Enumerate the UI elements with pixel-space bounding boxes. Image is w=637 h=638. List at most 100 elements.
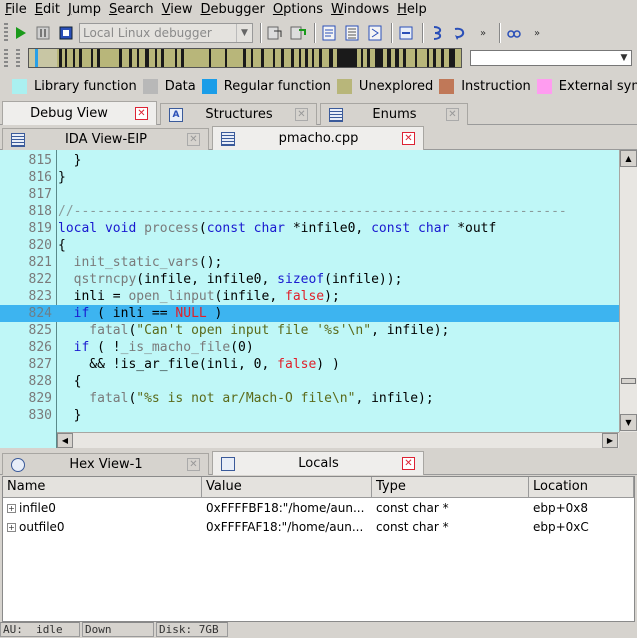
start-process-button[interactable] [10,23,30,43]
toolbar-separator [314,23,316,43]
cell-type: const char * [376,501,449,515]
close-icon[interactable]: ✕ [187,133,200,146]
code-line[interactable]: 824 if ( inli == NULL ) [0,305,619,322]
code-line[interactable]: 820 { [0,237,619,254]
menu-jump[interactable]: Jump [65,1,104,19]
code-line[interactable]: 827 && !is_ar_file(inli, 0, false) ) [0,356,619,373]
code-line[interactable]: 816} [0,169,619,186]
table-row[interactable]: + outfile0 0xFFFFAF18:"/home/aun... const… [3,518,634,537]
close-icon[interactable]: ✕ [135,107,148,120]
menu-view[interactable]: View [159,1,196,19]
nav-segment [97,49,100,67]
detach-process-button[interactable] [288,23,308,43]
nav-segment [175,49,177,67]
trace-back-button[interactable] [450,23,470,43]
expand-icon[interactable]: + [7,504,16,513]
close-icon[interactable]: ✕ [402,132,415,145]
nav-grip[interactable] [4,49,8,69]
disassembly-icon [11,132,25,147]
scroll-down-button[interactable]: ▼ [620,414,637,431]
bottom-tab-bar: Hex View-1 ✕ Locals ✕ [0,451,637,475]
code-line[interactable]: 826 if ( !_is_macho_file(0) [0,339,619,356]
source-code-view[interactable]: 815 } 816} 817 818//-----------------------… [0,150,637,448]
vertical-scrollbar[interactable]: ▲ ▼ [619,150,637,432]
watch-view-button[interactable] [504,23,524,43]
terminate-process-button[interactable] [56,23,76,43]
enum-icon [329,107,343,122]
column-header-name[interactable]: Name [3,477,202,498]
code-token: fatal [58,323,129,338]
step-over-button[interactable] [342,23,362,43]
code-token: (infile)); [324,272,403,287]
close-icon[interactable]: ✕ [446,108,459,121]
navigation-band[interactable] [28,48,462,68]
line-source: && !is_ar_file(inli, 0, false) ) [58,356,339,373]
code-line[interactable]: 817 [0,186,619,203]
tab-enums[interactable]: Enums ✕ [320,103,468,125]
run-to-cursor-button[interactable] [365,23,385,43]
nav-segment [79,49,82,67]
debugger-select[interactable]: Local Linux debugger ▼ [79,23,253,43]
scroll-thumb[interactable] [621,378,636,384]
code-token: { [58,238,66,253]
code-line[interactable]: 815 } [0,152,619,169]
line-number: 817 [28,187,52,202]
scroll-left-button[interactable]: ◀ [57,433,73,448]
nav-segment [329,49,333,67]
code-token: } [58,408,82,423]
nav-band-start [29,49,57,67]
scroll-right-button[interactable]: ▶ [602,433,618,448]
menu-edit[interactable]: Edit [32,1,63,19]
column-header-type[interactable]: Type [372,477,529,498]
nav-segment [137,49,139,67]
menu-options[interactable]: Options [270,1,326,19]
step-into-button[interactable] [319,23,339,43]
code-line[interactable]: 830 } [0,407,619,424]
scroll-up-button[interactable]: ▲ [620,150,637,167]
code-line[interactable]: 818 //-----------------------------------… [0,203,619,220]
line-number: 816 [28,170,52,185]
code-line[interactable]: 825 fatal("Can't open input file '%s'\n"… [0,322,619,339]
close-icon[interactable]: ✕ [187,458,200,471]
line-source: } [58,169,66,186]
toolbar-overflow-button[interactable]: » [473,23,493,43]
close-icon[interactable]: ✕ [295,108,308,121]
expand-icon[interactable]: + [7,523,16,532]
attach-process-button[interactable] [265,23,285,43]
toolbar-overflow-button-2[interactable]: » [527,23,547,43]
tab-ida-view-eip[interactable]: IDA View-EIP ✕ [2,128,209,150]
trace-button[interactable] [427,23,447,43]
tab-locals[interactable]: Locals ✕ [212,451,424,475]
step-until-return-button[interactable] [396,23,416,43]
tab-hex-view-1[interactable]: Hex View-1 ✕ [2,453,209,475]
nav-segment [91,49,93,67]
code-token: if [58,306,98,321]
code-line[interactable]: 823 inli = open_linput(infile, false); [0,288,619,305]
nav-grip-2[interactable] [16,49,20,69]
nav-segment [312,49,314,67]
toolbar-grip[interactable] [4,23,8,43]
close-icon[interactable]: ✕ [402,457,415,470]
horizontal-scrollbar[interactable]: ◀ ▶ [57,432,619,448]
code-line[interactable]: 821 init_static_vars(); [0,254,619,271]
menu-search[interactable]: Search [106,1,157,19]
menu-file[interactable]: File [2,1,30,19]
code-line[interactable]: 819 local void process(const char *infile… [0,220,619,237]
column-header-location[interactable]: Location [529,477,634,498]
tab-debug-view[interactable]: Debug View ✕ [2,101,157,125]
column-header-value[interactable]: Value [202,477,372,498]
nav-segment [73,49,75,67]
table-header: Name Value Type Location [3,477,634,498]
menu-debugger[interactable]: Debugger [198,1,268,19]
menu-windows[interactable]: Windows [328,1,392,19]
menu-help[interactable]: Help [394,1,430,19]
code-line[interactable]: 822 qstrncpy(infile, infile0, sizeof(inf… [0,271,619,288]
code-line[interactable]: 828 { [0,373,619,390]
nav-address-combo[interactable]: ▼ [470,50,632,66]
pause-process-button[interactable] [33,23,53,43]
table-row[interactable]: + infile0 0xFFFFBF18:"/home/aun... const … [3,499,634,518]
tab-structures[interactable]: A Structures ✕ [160,103,317,125]
code-line[interactable]: 829 fatal("%s is not ar/Mach-O file\n", … [0,390,619,407]
tab-pmacho-cpp[interactable]: pmacho.cpp ✕ [212,126,424,150]
legend-swatch [201,78,217,94]
